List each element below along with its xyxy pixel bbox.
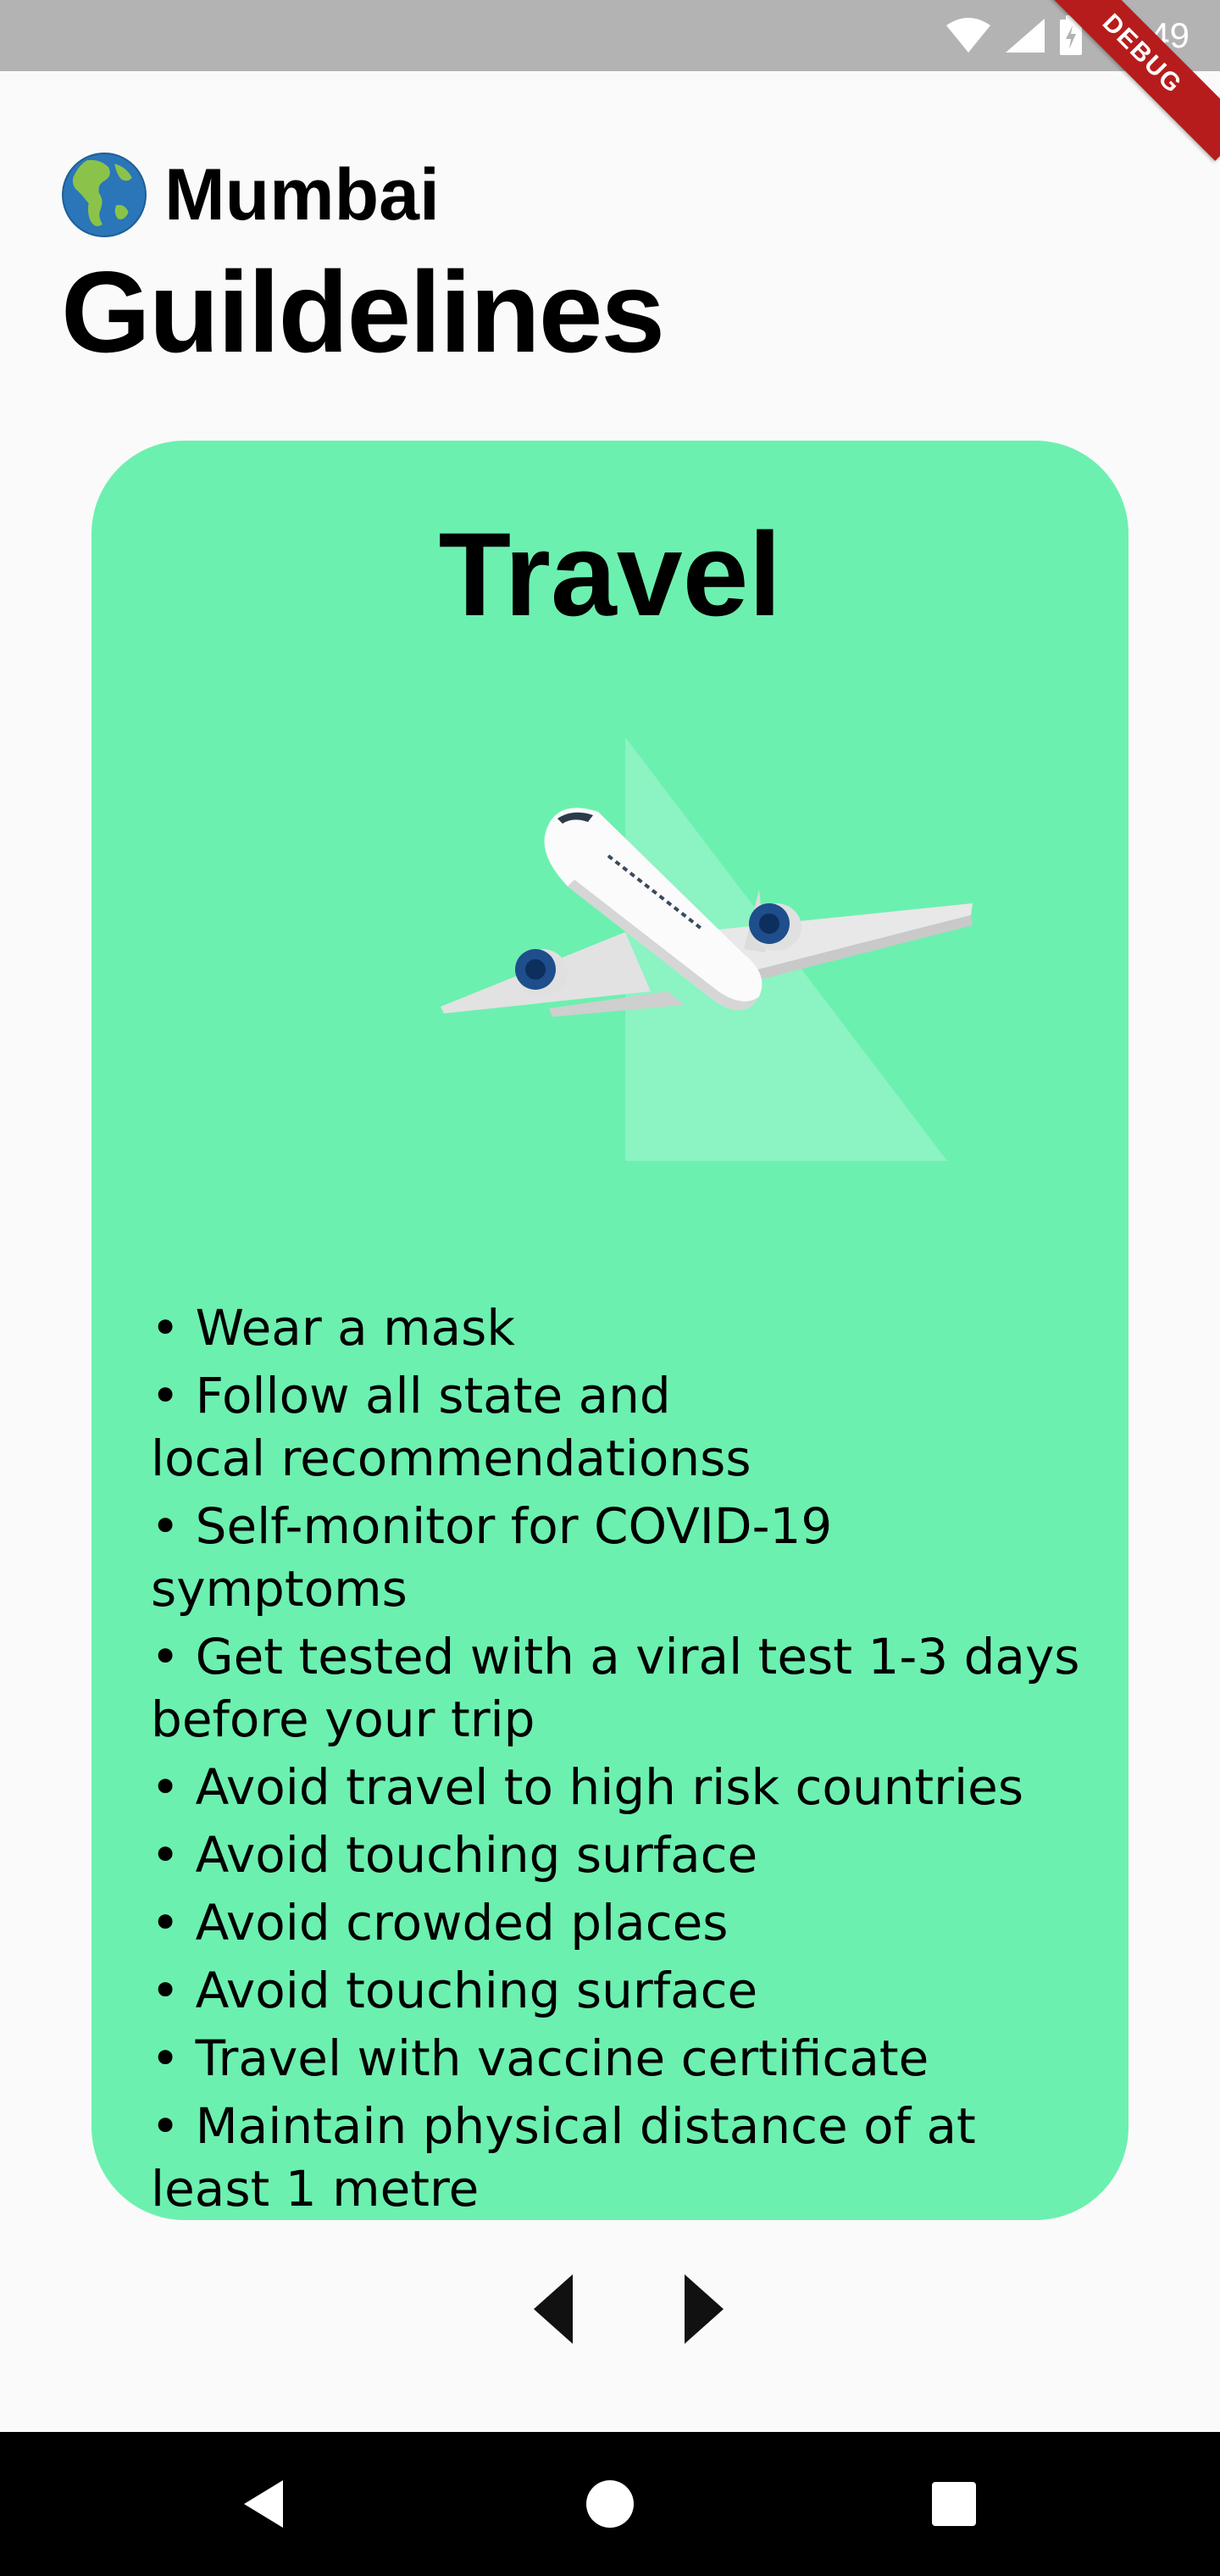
guideline-item: • Avoid travel to high risk countries: [151, 1758, 1024, 1816]
globe-americas-icon: [62, 153, 147, 237]
city-row: Mumbai: [61, 151, 663, 239]
header: Mumbai Guildelines: [61, 151, 665, 376]
arrow-right-icon[interactable]: [664, 2271, 740, 2347]
guideline-item: • Follow all state and local recommendat…: [151, 1367, 751, 1487]
pager-nav: [0, 2271, 1220, 2347]
guideline-item: • Get tested with a viral test 1-3 days …: [151, 1628, 1080, 1748]
arrow-left-icon[interactable]: [517, 2271, 593, 2347]
guideline-item: • Avoid crowded places: [151, 1894, 729, 1951]
home-circle-icon[interactable]: [576, 2470, 644, 2538]
guideline-item: • Maintain physical distance of at least…: [151, 2097, 976, 2218]
guideline-card: Travel • Wear a mask • Follow all state …: [92, 441, 1128, 2220]
status-bar: 12:49 DEBUG: [0, 0, 1220, 161]
guideline-item: • Travel with vaccine certificate: [151, 2029, 929, 2087]
cellular-signal-icon: [1005, 19, 1045, 53]
page-title: Guildelines: [61, 247, 665, 376]
recents-square-icon[interactable]: [920, 2470, 988, 2538]
guidelines-list: • Wear a mask • Follow all state and loc…: [151, 1296, 1100, 2225]
guideline-item: • Avoid touching surface: [151, 1826, 758, 1884]
guideline-item: • Avoid touching surface: [151, 1962, 758, 2019]
guideline-item: • Self-monitor for COVID-19 symptoms: [151, 1497, 833, 1618]
city-name: Mumbai: [164, 154, 440, 236]
airplane-icon: [441, 737, 973, 1161]
system-nav-bar: [0, 2432, 1220, 2576]
wifi-icon: [946, 18, 990, 53]
card-title: Travel: [438, 508, 782, 641]
back-triangle-icon[interactable]: [230, 2470, 298, 2538]
guideline-item: • Wear a mask: [151, 1299, 515, 1357]
